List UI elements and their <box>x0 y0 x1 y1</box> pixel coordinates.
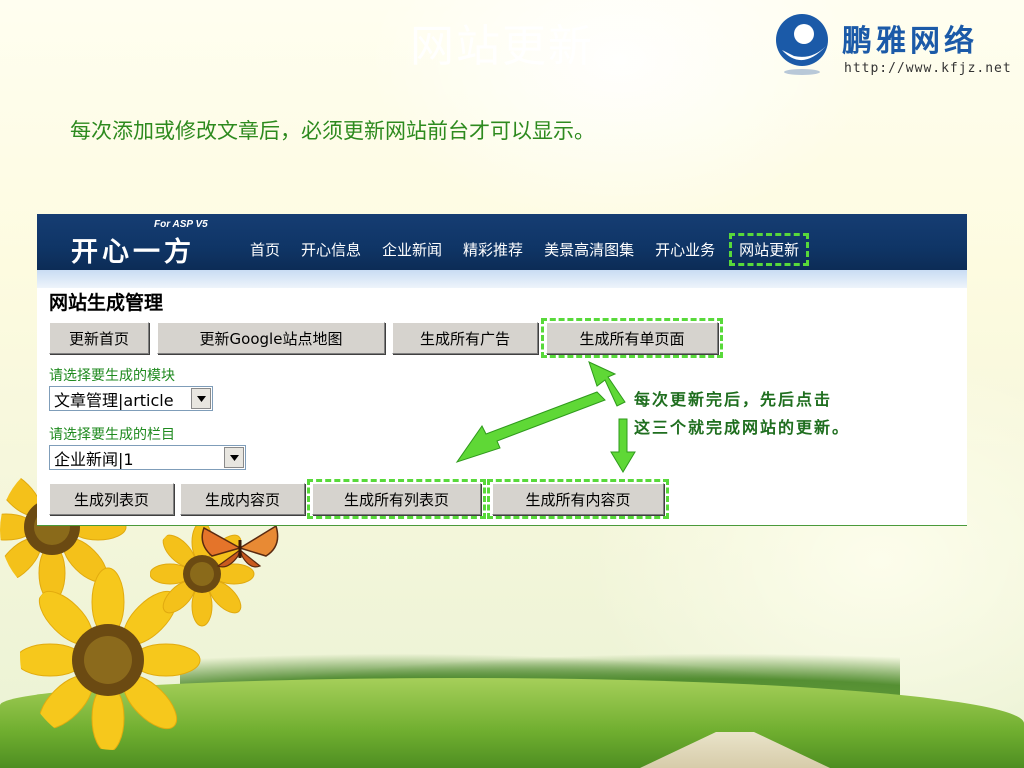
admin-screenshot-panel: For ASP V5 开心一方 首页 开心信息 企业新闻 精彩推荐 美景高清图集… <box>37 214 967 526</box>
annotation-note-line1: 每次更新完后，先后点击 <box>634 390 833 409</box>
slide-title: 网站更新 <box>410 21 594 72</box>
logo-name: 鹏雅网络 <box>842 24 978 59</box>
logo-mark-icon <box>776 14 828 75</box>
butterfly-icon <box>201 524 279 568</box>
annotation-note-line2: 这三个就完成网站的更新。 <box>634 418 851 437</box>
company-logo: 鹏雅网络 http://www.kfjz.net <box>770 10 1012 82</box>
logo-url: http://www.kfjz.net <box>844 61 1012 76</box>
intro-text: 每次添加或修改文章后，必须更新网站前台才可以显示。 <box>70 119 595 143</box>
annotation-arrows <box>455 361 636 473</box>
annotation-note: 每次更新完后，先后点击 这三个就完成网站的更新。 <box>634 386 850 442</box>
